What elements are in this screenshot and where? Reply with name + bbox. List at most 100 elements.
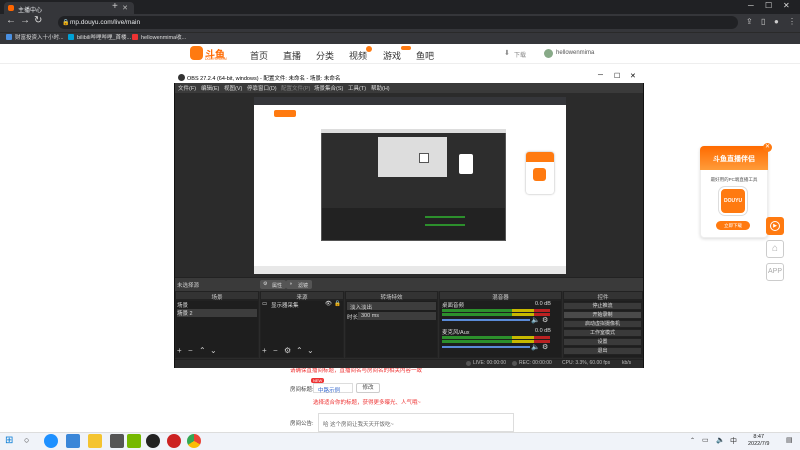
start-recording-button[interactable]: 开始录制: [563, 311, 642, 319]
minimize-icon[interactable]: ─: [748, 1, 754, 10]
windows-start-icon[interactable]: ⊞: [5, 436, 15, 446]
studio-mode-button[interactable]: 工作室模式: [563, 329, 642, 337]
terminal-icon[interactable]: [110, 434, 124, 448]
remove-scene-icon[interactable]: −: [188, 346, 193, 355]
settings-button[interactable]: 设置: [563, 338, 642, 346]
nvidia-icon[interactable]: [127, 434, 141, 448]
title-input[interactable]: 中路示例: [313, 383, 353, 394]
scene-item[interactable]: 场景 2: [177, 309, 257, 317]
ad-subtitle: 最好用的PC端直播工具: [710, 177, 758, 182]
scene-down-icon[interactable]: ⌄: [210, 346, 217, 355]
nav-home[interactable]: 首页: [250, 49, 268, 62]
nav-fishbar[interactable]: 鱼吧: [416, 49, 434, 62]
search-icon[interactable]: ○: [24, 435, 29, 445]
duration-input[interactable]: 300 ms: [358, 312, 436, 320]
preview-nested-meter: [425, 216, 465, 218]
obs-taskbar-icon[interactable]: [146, 434, 160, 448]
source-settings-icon[interactable]: ⚙: [284, 346, 291, 355]
source-item[interactable]: ▭ 显示器采集 👁 🔒: [262, 301, 342, 309]
speaker-icon[interactable]: 🔈: [531, 343, 540, 351]
edit-title-button[interactable]: 修改: [356, 383, 380, 393]
forward-icon[interactable]: →: [20, 15, 30, 26]
transition-select[interactable]: 淡入淡出: [347, 302, 436, 311]
obs-menu-help[interactable]: 帮助(H): [371, 84, 390, 92]
network-icon[interactable]: ▭: [702, 436, 709, 444]
folder-icon[interactable]: [88, 434, 102, 448]
bookmark-2[interactable]: bilibili哔哩哔哩_首楼...: [68, 33, 131, 41]
obs-menu-edit[interactable]: 编辑(E): [201, 84, 219, 92]
bookmark-favicon-icon: [6, 34, 12, 40]
nav-live[interactable]: 直播: [283, 49, 301, 62]
obs-menu-tools[interactable]: 工具(T): [348, 84, 366, 92]
obs-close-icon[interactable]: ✕: [630, 72, 636, 80]
preview-ad-app-icon: [533, 168, 546, 181]
source-up-icon[interactable]: ⌃: [296, 346, 303, 355]
mixer-gear-icon[interactable]: ⚙: [542, 343, 548, 351]
ad-download-button[interactable]: 立即下载: [716, 221, 750, 230]
scene-item[interactable]: 场景: [177, 301, 257, 309]
volume-slider[interactable]: [442, 346, 530, 348]
mixer-gear-icon[interactable]: ⚙: [542, 316, 548, 324]
avatar[interactable]: [544, 49, 553, 58]
app-side-icon[interactable]: APP: [766, 263, 784, 281]
visibility-eye-icon[interactable]: 👁: [325, 301, 332, 307]
properties-button[interactable]: ⚙ 属性: [260, 280, 287, 289]
obs-menu-docks[interactable]: 停靠窗口(D): [247, 84, 277, 92]
preview-douyu-logo: [274, 110, 296, 117]
menu-icon[interactable]: ⋮: [788, 17, 796, 26]
address-bar[interactable]: mp.douyu.com/live/main: [58, 16, 738, 29]
mixer-channel-name: 麦克风/Aux: [442, 330, 470, 336]
add-source-icon[interactable]: +: [262, 346, 267, 355]
nav-category[interactable]: 分类: [316, 49, 334, 62]
stop-streaming-button[interactable]: 停止推流: [563, 302, 642, 310]
new-tab-icon[interactable]: +: [112, 1, 118, 12]
title-hint: 选择适合你的标题，获得更多曝光、人气哦~: [313, 400, 421, 406]
volume-slider[interactable]: [442, 319, 530, 321]
obs-menu-scene-collection[interactable]: 场景集合(S): [314, 84, 343, 92]
back-icon[interactable]: ←: [6, 15, 16, 26]
edge-icon[interactable]: [44, 434, 58, 448]
add-scene-icon[interactable]: +: [177, 346, 182, 355]
reload-icon[interactable]: ↻: [34, 15, 42, 26]
douyu-logo[interactable]: 斗鱼 DOUYU.COM: [190, 46, 234, 62]
close-tab-icon[interactable]: ✕: [122, 4, 128, 12]
source-down-icon[interactable]: ⌄: [307, 346, 314, 355]
obs-menu-profile[interactable]: 配置文件(P): [281, 84, 310, 92]
filters-button[interactable]: ◑ 滤镜: [286, 280, 313, 289]
volume-icon[interactable]: 🔈: [716, 436, 725, 444]
obs-menu-file[interactable]: 文件(F): [178, 84, 196, 92]
exit-button[interactable]: 退出: [563, 347, 642, 355]
maximize-icon[interactable]: ☐: [765, 1, 772, 10]
bookmark-1[interactable]: 财富投资入十小时...: [6, 33, 64, 41]
chrome-icon[interactable]: [187, 434, 201, 448]
home-side-icon[interactable]: ⌂: [766, 240, 784, 258]
username[interactable]: hellowenmima: [556, 50, 594, 56]
speaker-icon[interactable]: 🔈: [531, 316, 540, 324]
tray-up-icon[interactable]: ⌃: [690, 437, 695, 444]
nav-video[interactable]: 视频: [349, 49, 367, 62]
store-icon[interactable]: [66, 434, 80, 448]
announce-input[interactable]: 哈 这个房间让我天天开饭吃~: [318, 413, 514, 432]
profile-icon[interactable]: ●: [774, 17, 779, 26]
obs-maximize-icon[interactable]: ☐: [614, 72, 620, 80]
remove-source-icon[interactable]: −: [273, 346, 278, 355]
ime-icon[interactable]: 中: [730, 436, 737, 446]
obs-minimize-icon[interactable]: ─: [598, 72, 603, 79]
preview-browser-bar: [254, 97, 566, 105]
nav-games[interactable]: 游戏: [383, 49, 401, 62]
virtual-camera-button[interactable]: 启动虚拟摄像机: [563, 320, 642, 328]
play-side-icon[interactable]: ▶: [766, 217, 784, 235]
scene-up-icon[interactable]: ⌃: [199, 346, 206, 355]
share-icon[interactable]: ⇪: [746, 17, 753, 26]
obs-menu-view[interactable]: 视图(V): [224, 84, 242, 92]
notification-icon[interactable]: ▤: [786, 436, 793, 444]
ad-close-icon[interactable]: ✕: [763, 143, 772, 152]
lock-source-icon[interactable]: 🔒: [334, 301, 341, 307]
preview-taskbar: [254, 266, 566, 274]
app-taskbar-icon[interactable]: [167, 434, 181, 448]
close-window-icon[interactable]: ✕: [783, 1, 790, 10]
bookmark-3[interactable]: hellowenmima收...: [132, 33, 186, 41]
download-link[interactable]: 下载: [514, 50, 526, 59]
sidebar-icon[interactable]: ▯: [761, 17, 765, 26]
system-clock[interactable]: 8:47 2022/7/9: [748, 434, 769, 448]
